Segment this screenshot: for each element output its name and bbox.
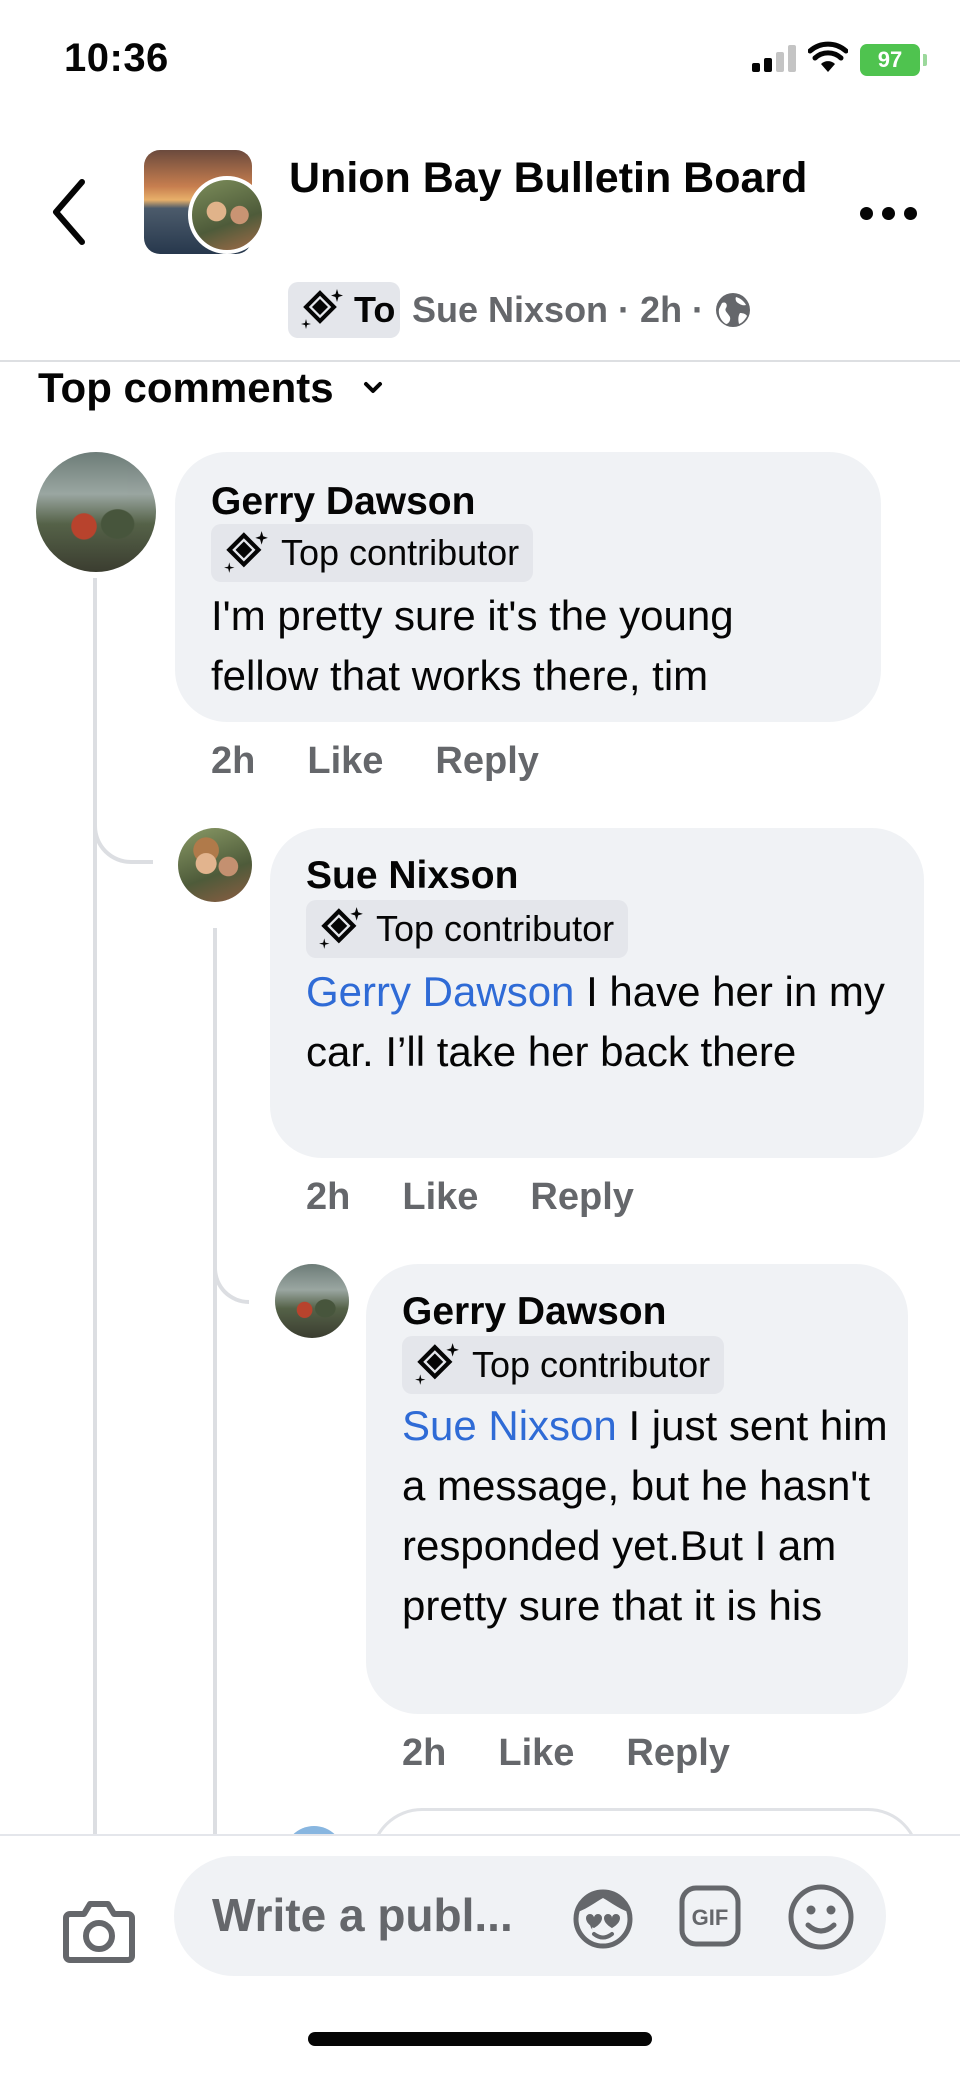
comment-time: 2h xyxy=(306,1176,351,1218)
back-icon[interactable] xyxy=(48,176,92,248)
commenter-avatar[interactable] xyxy=(275,1264,349,1338)
reply-button[interactable]: Reply xyxy=(530,1176,633,1219)
thread-connector xyxy=(213,1240,249,1304)
comment-author[interactable]: Sue Nixson xyxy=(306,854,518,898)
comment-input[interactable]: Write a publ... GIF xyxy=(174,1856,886,1976)
battery-level: 97 xyxy=(877,47,903,72)
gif-label: GIF xyxy=(692,1905,729,1930)
comment-text: Gerry Dawson I have her in my car. I’ll … xyxy=(306,962,906,1082)
thread-line xyxy=(93,578,97,1838)
badge-text: Top contributor xyxy=(376,908,615,949)
top-contributor-badge[interactable]: Top contributor xyxy=(402,1336,725,1394)
status-bar: 10:36 97 xyxy=(0,0,960,120)
wifi-icon xyxy=(808,41,848,72)
battery-icon: 97 xyxy=(860,44,927,76)
comments-filter-label: Top comments xyxy=(38,364,334,411)
badge-text: Top contributor xyxy=(472,1344,711,1385)
comment-author[interactable]: Gerry Dawson xyxy=(211,480,475,524)
comment-bubble[interactable]: Gerry Dawson Top contributor Sue Nixson … xyxy=(366,1264,908,1714)
thread-connector xyxy=(93,800,153,864)
comment-composer: Write a publ... GIF xyxy=(0,1834,960,2079)
mention-link[interactable]: Sue Nixson xyxy=(402,1402,617,1449)
comment-bubble[interactable]: Gerry Dawson Top contributor I'm pretty … xyxy=(175,452,881,722)
like-button[interactable]: Like xyxy=(498,1732,574,1775)
camera-icon[interactable] xyxy=(62,1898,136,1964)
commenter-avatar[interactable] xyxy=(36,452,156,572)
top-contributor-icon xyxy=(415,1343,459,1385)
status-time: 10:36 xyxy=(64,36,169,80)
badge-text: Top contributor xyxy=(281,532,520,573)
comment-actions: 2h Like Reply xyxy=(211,740,591,783)
home-indicator xyxy=(308,2032,652,2046)
commenter-avatar[interactable] xyxy=(178,828,252,902)
like-button[interactable]: Like xyxy=(402,1176,478,1219)
more-icon[interactable] xyxy=(858,204,918,220)
poster-avatar[interactable] xyxy=(188,176,266,254)
signal-icon xyxy=(752,44,798,72)
emoji-icon[interactable] xyxy=(786,1882,856,1952)
top-contributor-icon xyxy=(319,907,363,949)
comments-filter[interactable]: Top comments xyxy=(38,360,384,416)
comment-bubble[interactable]: Sue Nixson Top contributor Gerry Dawson … xyxy=(270,828,924,1158)
comment-author[interactable]: Gerry Dawson xyxy=(402,1290,666,1334)
comment-time: 2h xyxy=(402,1732,447,1774)
chevron-down-icon xyxy=(363,382,382,393)
reply-button[interactable]: Reply xyxy=(626,1732,729,1775)
mention-link[interactable]: Gerry Dawson xyxy=(306,968,574,1015)
reply-button[interactable]: Reply xyxy=(435,740,538,783)
comment-input-placeholder: Write a publ... xyxy=(212,1889,513,1941)
gif-icon[interactable]: GIF xyxy=(678,1884,742,1948)
comment-body: I'm pretty sure it's the young fellow th… xyxy=(211,592,734,699)
comment-actions: 2h Like Reply xyxy=(306,1176,686,1219)
avatar-sticker-icon[interactable] xyxy=(568,1884,638,1950)
post-header: Union Bay Bulletin Board To Sue Nixson ·… xyxy=(0,130,960,362)
top-contributor-icon xyxy=(301,289,343,329)
top-contributor-badge[interactable]: Top contributor xyxy=(306,900,629,958)
globe-icon xyxy=(716,293,751,327)
comment-text: Sue Nixson I just sent him a message, bu… xyxy=(402,1396,892,1636)
top-contributor-badge[interactable]: Top contributor xyxy=(211,524,534,582)
post-meta: To Sue Nixson · 2h · xyxy=(288,282,752,338)
comment-time: 2h xyxy=(211,740,256,782)
comment-actions: 2h Like Reply xyxy=(402,1732,782,1775)
comment-text: I'm pretty sure it's the young fellow th… xyxy=(211,586,851,706)
like-button[interactable]: Like xyxy=(307,740,383,783)
post-meta-text: Sue Nixson · 2h · xyxy=(412,289,705,330)
group-title[interactable]: Union Bay Bulletin Board xyxy=(289,148,809,209)
thread-line xyxy=(213,928,217,1838)
badge-text: To xyxy=(354,289,396,330)
top-contributor-icon xyxy=(224,531,268,573)
top-contributor-badge[interactable]: To xyxy=(288,282,400,338)
